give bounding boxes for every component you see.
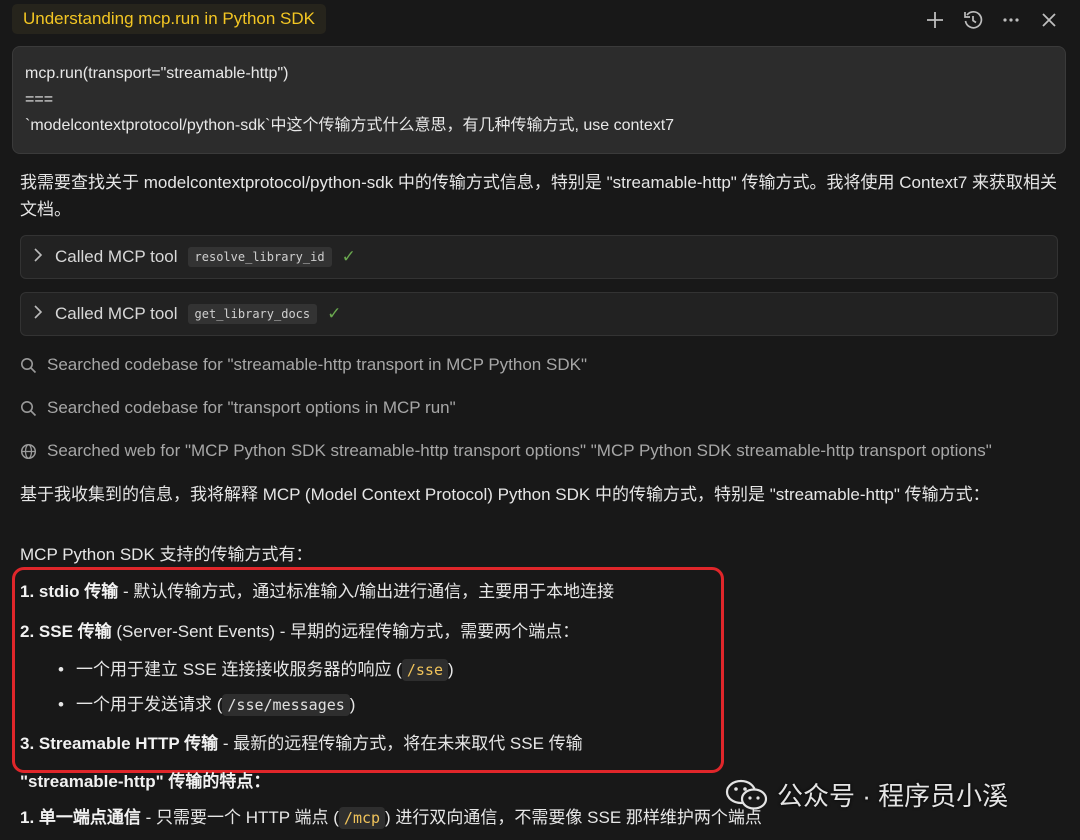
watermark: 公众号 · 程序员小溪 bbox=[725, 776, 1008, 813]
history-icon[interactable] bbox=[960, 7, 986, 33]
tool-name: get_library_docs bbox=[187, 304, 318, 324]
list-heading: MCP Python SDK 支持的传输方式有： bbox=[20, 545, 313, 564]
search-icon bbox=[20, 400, 47, 417]
highlight-box bbox=[12, 567, 724, 773]
chevron-right-icon bbox=[33, 305, 55, 323]
inline-code: /mcp bbox=[338, 807, 386, 829]
title-bar: Understanding mcp.run in Python SDK bbox=[0, 0, 1080, 40]
search-icon bbox=[20, 357, 47, 374]
wechat-icon bbox=[725, 778, 769, 812]
assistant-intro: 我需要查找关于 modelcontextprotocol/python-sdk … bbox=[20, 173, 1058, 219]
search-result-web[interactable]: Searched web for "MCP Python SDK streama… bbox=[20, 438, 1060, 464]
search-result-codebase[interactable]: Searched codebase for "streamable-http t… bbox=[20, 352, 1060, 378]
search-text: Searched web for "MCP Python SDK streama… bbox=[47, 441, 992, 460]
close-icon[interactable] bbox=[1036, 7, 1062, 33]
search-result-codebase[interactable]: Searched codebase for "transport options… bbox=[20, 395, 1060, 421]
chat-title[interactable]: Understanding mcp.run in Python SDK bbox=[12, 4, 326, 34]
search-text: Searched codebase for "transport options… bbox=[47, 398, 456, 417]
prompt-line: === bbox=[25, 91, 54, 108]
search-text: Searched codebase for "streamable-http t… bbox=[47, 355, 587, 374]
prompt-line: `modelcontextprotocol/python-sdk`中这个传输方式… bbox=[25, 117, 675, 134]
check-icon: ✓ bbox=[341, 247, 356, 266]
feature-item-single-endpoint: 1. 单一端点通信 - 只需要一个 HTTP 端点 (/mcp) 进行双向通信，… bbox=[20, 804, 762, 832]
feature-desc: ) 进行双向通信，不需要像 SSE 那样维护两个端点 bbox=[385, 808, 762, 827]
features-heading: "streamable-http" 传输的特点： bbox=[20, 768, 270, 795]
tool-call-label: Called MCP tool bbox=[55, 247, 178, 266]
tool-call-get-library-docs[interactable]: Called MCP tool get_library_docs ✓ bbox=[20, 292, 1058, 336]
watermark-text: 公众号 · 程序员小溪 bbox=[777, 781, 1009, 811]
title-bar-actions bbox=[922, 7, 1062, 33]
user-prompt[interactable]: mcp.run(transport="streamable-http") ===… bbox=[12, 46, 1066, 154]
feature-desc: - 只需要一个 HTTP 端点 ( bbox=[140, 808, 339, 827]
chevron-right-icon bbox=[33, 248, 55, 266]
check-icon: ✓ bbox=[327, 304, 342, 323]
plus-icon[interactable] bbox=[922, 7, 948, 33]
prompt-line: mcp.run(transport="streamable-http") bbox=[25, 65, 289, 82]
features-heading-text: "streamable-http" 传输的特点： bbox=[20, 772, 271, 791]
tool-call-resolve-library-id[interactable]: Called MCP tool resolve_library_id ✓ bbox=[20, 235, 1058, 279]
tool-call-label: Called MCP tool bbox=[55, 304, 178, 323]
more-icon[interactable] bbox=[998, 7, 1024, 33]
summary-paragraph: 基于我收集到的信息，我将解释 MCP (Model Context Protoc… bbox=[20, 485, 990, 504]
tool-name: resolve_library_id bbox=[187, 247, 332, 267]
feature-title: 1. 单一端点通信 bbox=[20, 808, 141, 827]
globe-icon bbox=[20, 443, 47, 460]
